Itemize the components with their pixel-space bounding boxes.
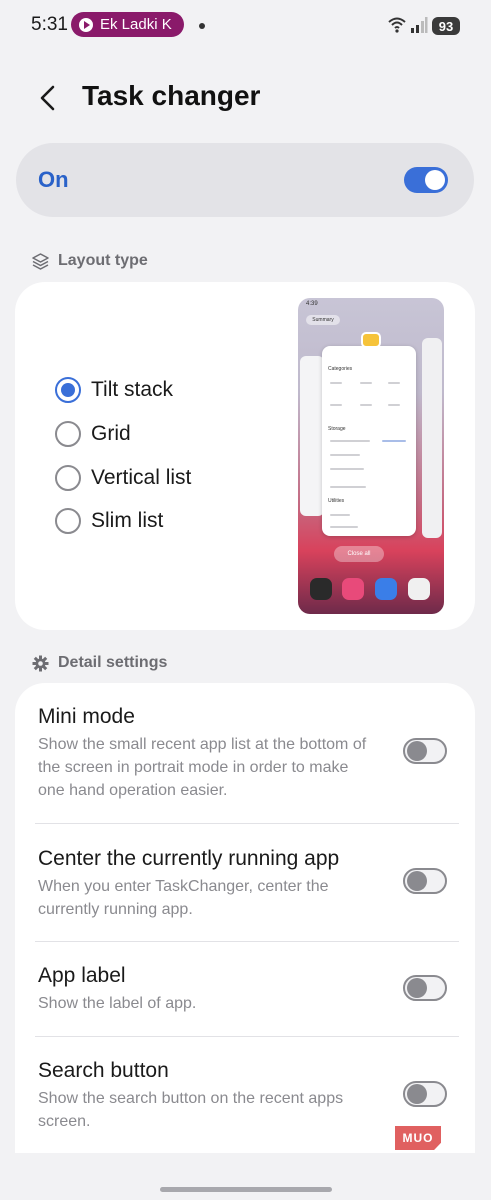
layout-option-tilt-stack[interactable]: Tilt stack — [55, 377, 173, 403]
preview-card-left — [300, 356, 324, 516]
divider — [35, 1036, 459, 1037]
play-icon — [79, 17, 93, 32]
radio-icon[interactable] — [55, 421, 81, 447]
home-gesture-bar[interactable] — [160, 1187, 332, 1192]
preview-dock-gallery-icon — [342, 578, 364, 600]
battery-indicator: 93 — [432, 17, 460, 35]
setting-description: When you enter TaskChanger, center the c… — [38, 878, 329, 918]
detail-settings-card: Mini mode Show the small recent app list… — [15, 683, 475, 1153]
app-label-toggle[interactable] — [403, 975, 447, 1001]
layout-option-grid[interactable]: Grid — [55, 421, 131, 447]
layout-option-label: Vertical list — [91, 466, 192, 489]
radio-icon[interactable] — [55, 465, 81, 491]
preview-dock-messages-icon — [375, 578, 397, 600]
preview-summary-chip: Summary — [306, 315, 340, 325]
toggle-knob — [407, 978, 427, 998]
setting-title: Center the currently running app — [38, 847, 340, 870]
setting-title: App label — [38, 964, 126, 987]
setting-description: Show the search button on the recent app… — [38, 1090, 344, 1130]
master-toggle[interactable] — [404, 167, 448, 193]
layout-type-label: Layout type — [58, 252, 148, 269]
divider — [35, 823, 459, 824]
master-switch-label: On — [38, 167, 69, 192]
preview-dock-app-icon — [310, 578, 332, 600]
signal-icon — [411, 17, 428, 33]
watermark-text: MUO — [402, 1131, 434, 1145]
layout-option-slim-list[interactable]: Slim list — [55, 508, 163, 534]
gear-icon — [32, 655, 49, 671]
layout-type-header: Layout type — [32, 252, 148, 270]
preview-time: 4:39 — [306, 301, 318, 307]
divider — [35, 941, 459, 942]
preview-dock-camera-icon — [408, 578, 430, 600]
setting-title: Search button — [38, 1059, 169, 1082]
toggle-knob — [407, 741, 427, 761]
page-title: Task changer — [82, 80, 261, 111]
layout-option-label: Grid — [91, 422, 131, 445]
mini-mode-toggle[interactable] — [403, 738, 447, 764]
setting-title: Mini mode — [38, 705, 135, 728]
preview-close-all: Close all — [334, 546, 384, 562]
layout-preview-image: 4:39 Summary Categories Storage Utilitie… — [298, 298, 444, 614]
layout-option-label: Slim list — [91, 509, 164, 532]
center-app-toggle[interactable] — [403, 868, 447, 894]
setting-description: Show the label of app. — [38, 995, 197, 1012]
media-pill-label: Ek Ladki K — [100, 16, 172, 33]
media-playing-pill[interactable]: Ek Ladki K — [71, 12, 184, 37]
back-arrow-icon[interactable] — [36, 84, 60, 112]
status-time: 5:31 — [31, 14, 68, 35]
radio-selected-icon[interactable] — [55, 377, 81, 403]
radio-icon[interactable] — [55, 508, 81, 534]
toggle-knob — [407, 871, 427, 891]
status-bar: 5:31 Ek Ladki K 93 — [0, 10, 491, 42]
toggle-knob — [407, 1084, 427, 1104]
setting-description: Show the small recent app list at the bo… — [38, 736, 367, 799]
detail-settings-header: Detail settings — [32, 654, 167, 672]
layout-type-card: Tilt stack Grid Vertical list Slim list … — [15, 282, 475, 630]
preview-app-icon — [361, 332, 381, 348]
toggle-knob — [425, 170, 445, 190]
battery-level: 93 — [438, 18, 454, 34]
notification-dot-icon — [199, 23, 205, 29]
preview-storage: Storage — [328, 426, 346, 432]
master-switch-card[interactable]: On — [16, 143, 474, 217]
preview-categories: Categories — [328, 366, 353, 372]
detail-settings-label: Detail settings — [58, 654, 168, 671]
wifi-icon — [388, 17, 406, 33]
preview-card-main: Categories Storage Utilities — [322, 346, 416, 536]
layout-option-label: Tilt stack — [91, 378, 174, 401]
preview-utilities: Utilities — [328, 498, 345, 504]
muo-watermark-logo: MUO — [395, 1126, 441, 1150]
layout-option-vertical-list[interactable]: Vertical list — [55, 465, 191, 491]
layers-icon — [32, 252, 49, 270]
search-button-toggle[interactable] — [403, 1081, 447, 1107]
preview-card-right — [422, 338, 442, 538]
